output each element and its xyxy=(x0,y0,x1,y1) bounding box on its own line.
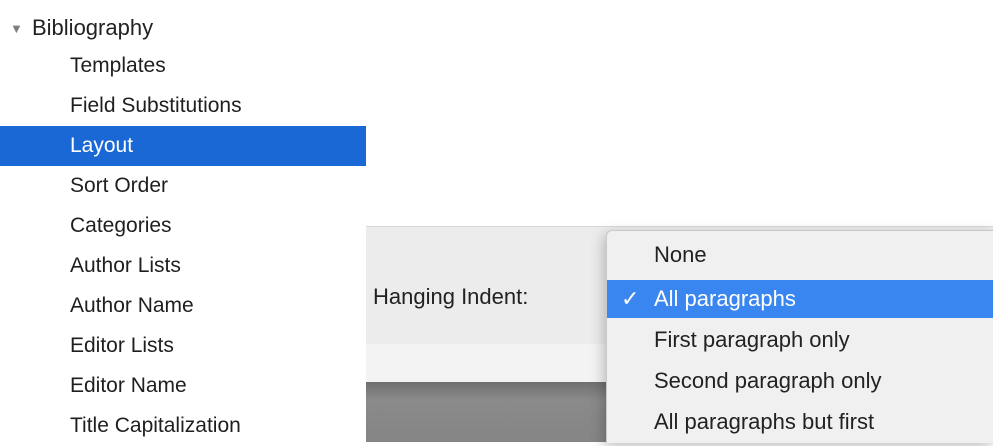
menu-item-label: None xyxy=(654,242,707,267)
menu-item-first-paragraph-only[interactable]: First paragraph only xyxy=(607,321,993,359)
menu-item-none[interactable]: None xyxy=(607,236,993,274)
sidebar-item-sort-order[interactable]: Sort Order xyxy=(0,166,366,206)
bibliography-group[interactable]: ▼ Bibliography xyxy=(10,10,153,46)
menu-item-label: All paragraphs xyxy=(654,286,796,311)
bibliography-group-label: Bibliography xyxy=(32,15,154,40)
sidebar-item-field-substitutions[interactable]: Field Substitutions xyxy=(0,86,366,126)
panel-top-border xyxy=(366,226,993,227)
hanging-indent-popup-menu[interactable]: None ✓ All paragraphs First paragraph on… xyxy=(606,230,993,443)
menu-item-label: First paragraph only xyxy=(654,327,850,352)
sidebar-item-editor-lists[interactable]: Editor Lists xyxy=(0,326,366,366)
checkmark-icon: ✓ xyxy=(621,286,640,311)
sidebar-item-author-name[interactable]: Author Name xyxy=(0,286,366,326)
menu-item-all-paragraphs-but-first[interactable]: All paragraphs but first xyxy=(607,403,993,441)
menu-item-second-paragraph-only[interactable]: Second paragraph only xyxy=(607,362,993,400)
sidebar-item-author-lists[interactable]: Author Lists xyxy=(0,246,366,286)
hanging-indent-label: Hanging Indent: xyxy=(373,284,529,309)
sidebar-item-categories[interactable]: Categories xyxy=(0,206,366,246)
disclosure-triangle-icon[interactable]: ▼ xyxy=(10,21,32,36)
sidebar-item-templates[interactable]: Templates xyxy=(0,46,366,86)
sidebar-item-title-capitalization[interactable]: Title Capitalization xyxy=(0,406,366,446)
menu-item-all-paragraphs[interactable]: ✓ All paragraphs xyxy=(607,280,993,318)
sidebar-item-editor-name[interactable]: Editor Name xyxy=(0,366,366,406)
menu-item-label: Second paragraph only xyxy=(654,368,882,393)
sidebar-item-layout[interactable]: Layout xyxy=(0,126,366,166)
menu-item-label: All paragraphs but first xyxy=(654,409,875,434)
